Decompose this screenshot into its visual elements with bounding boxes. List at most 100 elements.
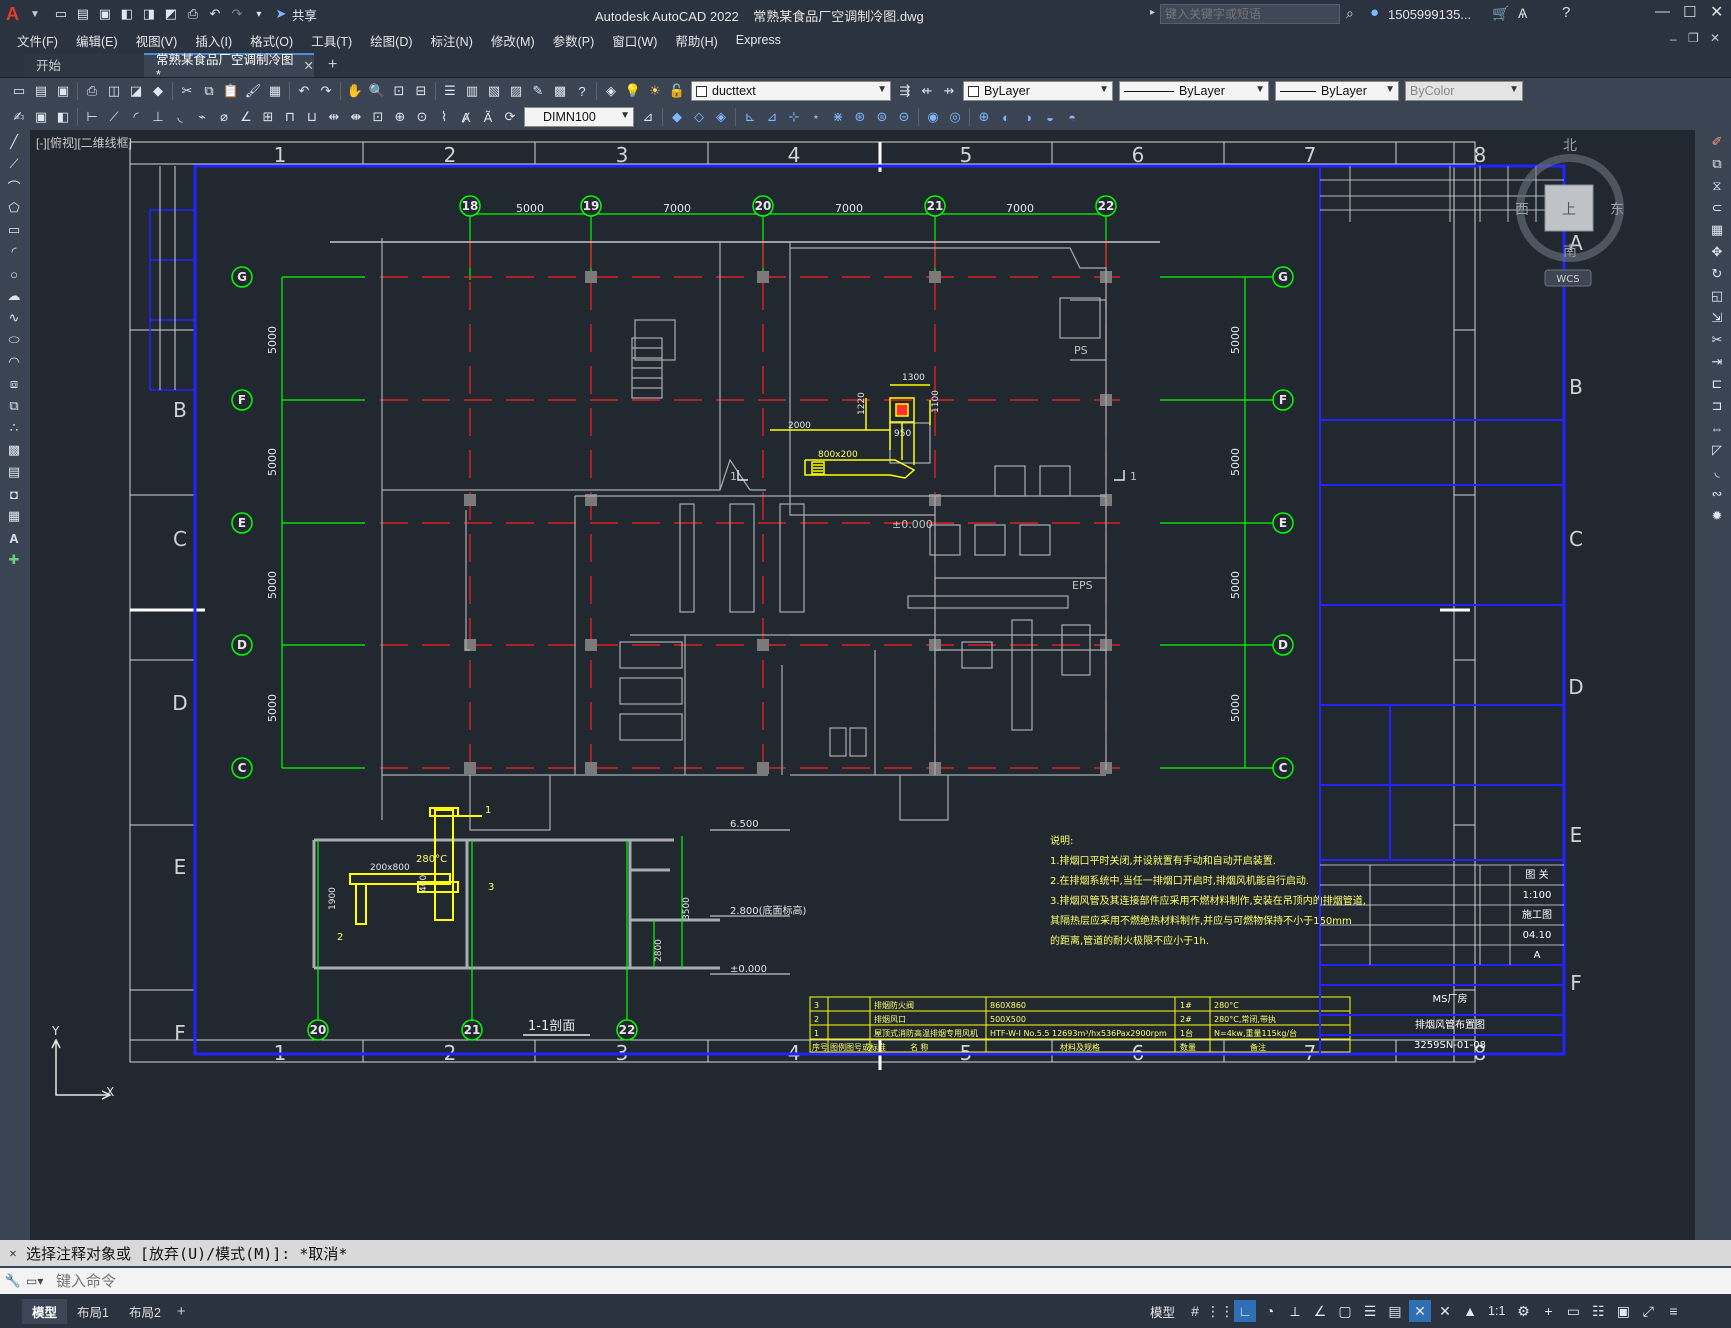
wcs-menu[interactable]: WCS [1556,274,1579,285]
lineweight-icon[interactable]: ☰ [1359,1300,1381,1322]
command-close-icon[interactable]: ✕ [0,1246,26,1260]
tool-palettes-icon[interactable]: ▧ [484,81,504,101]
tab-layout2[interactable]: 布局2 [119,1299,171,1324]
ellipse-arc-icon[interactable]: ◠ [3,352,25,372]
render-icon[interactable]: ◎ [945,107,965,127]
annotation-visibility-icon[interactable]: ✕ [1409,1300,1432,1322]
layer-states-icon[interactable]: ⇸ [939,81,959,101]
ellipse-icon[interactable]: ⬭ [3,330,25,350]
search-input[interactable] [1160,4,1340,24]
lights-icon[interactable]: ◓ [1062,107,1082,127]
view-top-icon[interactable]: ◇ [689,107,709,127]
menu-window[interactable]: 窗口(W) [603,31,666,50]
osnap-icon[interactable]: ▢ [1334,1300,1356,1322]
search-icon[interactable]: ⌕ [1346,5,1354,22]
erase-icon[interactable]: ✐ [1706,132,1728,152]
clean-screen-icon[interactable]: ⤢ [1637,1300,1659,1322]
viewcube-south[interactable]: 南 [1563,244,1577,260]
move-icon[interactable]: ✥ [1706,242,1728,262]
app-menu-chevron-icon[interactable]: ▼ [30,9,40,20]
print-icon[interactable]: ⎙ [183,4,203,24]
line-tool-icon[interactable]: ╱ [3,132,25,152]
insert-block-icon[interactable]: ⧈ [3,374,25,394]
save-block-icon[interactable]: ▣ [31,107,51,127]
plot-icon[interactable]: ⎙ [82,81,102,101]
quick-access-chevron-icon[interactable]: ▾ [249,4,269,24]
help-icon[interactable]: ? [1562,4,1570,21]
search-expand-icon[interactable]: ▸ [1150,7,1155,18]
inspect-icon[interactable]: ⊙ [412,107,432,127]
tolerance-icon[interactable]: ⊡ [368,107,388,127]
array-icon[interactable]: ▦ [1706,220,1728,240]
layer-manager-icon[interactable]: ◈ [601,81,621,101]
polygon-icon[interactable]: ⬠ [3,198,25,218]
annotation-monitor-icon[interactable]: + [1537,1300,1559,1322]
extend-icon[interactable]: ⇥ [1706,352,1728,372]
menu-parametric[interactable]: 参数(P) [544,31,604,50]
sheet-set-icon[interactable]: ▨ [506,81,526,101]
linetype-dropdown[interactable]: ByLayer ▼ [1119,81,1269,101]
layer-on-icon[interactable]: 💡 [623,81,643,101]
menu-draw[interactable]: 绘图(D) [361,31,421,50]
dim-diameter-icon[interactable]: ⌀ [214,107,234,127]
table-icon[interactable]: ▦ [3,506,25,526]
view-iso-icon[interactable]: ◈ [711,107,731,127]
zoom-realtime-icon[interactable]: 🔍 [367,81,387,101]
ucs-view-icon[interactable]: ⊝ [894,107,914,127]
auto-scale-icon[interactable]: ✕ [1434,1300,1456,1322]
ucs-world-icon[interactable]: ⊿ [762,107,782,127]
save-icon[interactable]: ▣ [95,4,115,24]
close-icon[interactable]: ✕ [1710,2,1723,22]
menu-view[interactable]: 视图(V) [127,31,187,50]
polyline-icon[interactable]: ⌒ [3,176,25,196]
properties-icon[interactable]: ☰ [440,81,460,101]
dim-arc-icon[interactable]: ◜ [126,107,146,127]
undo-icon[interactable]: ↶ [205,4,225,24]
menu-format[interactable]: 格式(O) [241,31,302,50]
mtext-icon[interactable]: A [3,528,25,548]
make-block-icon[interactable]: ⧉ [3,396,25,416]
ucs-icon[interactable]: ⊾ [740,107,760,127]
preview-icon[interactable]: ◫ [104,81,124,101]
chamfer-icon[interactable]: ◸ [1706,440,1728,460]
point-icon[interactable]: ∴ [3,418,25,438]
menu-express[interactable]: Express [727,33,790,47]
scale-icon[interactable]: ◱ [1706,286,1728,306]
revcloud-icon[interactable]: ☁ [3,286,25,306]
rotate-icon[interactable]: ↻ [1706,264,1728,284]
redo-toolbar-icon[interactable]: ↷ [316,81,336,101]
blend-icon[interactable]: ∾ [1706,484,1728,504]
copy-icon[interactable]: ⧉ [199,81,219,101]
share-label[interactable]: 共享 [292,5,317,24]
menu-edit[interactable]: 编辑(E) [67,31,127,50]
mirror-icon[interactable]: ⧖ [1706,176,1728,196]
open-icon[interactable]: ▤ [31,81,51,101]
explode-icon[interactable]: ✹ [1706,506,1728,526]
autodesk-app-icon[interactable]: Ѧ [1518,5,1527,21]
offset-icon[interactable]: ⊂ [1706,198,1728,218]
viewport-controls[interactable]: [-][俯视][二维线框] [36,134,132,151]
trim-icon[interactable]: ✂ [1706,330,1728,350]
navigate-icon[interactable]: ⊕ [974,107,994,127]
fillet-icon[interactable]: ◟ [1706,462,1728,482]
lineweight-dropdown[interactable]: ByLayer ▼ [1275,81,1399,101]
share-icon[interactable]: ➤ [271,4,291,24]
ucs-object-icon[interactable]: ⊛ [850,107,870,127]
user-icon[interactable]: ● [1370,4,1379,21]
tab-active-drawing[interactable]: 常熟某食品厂空调制冷图* ✕ [144,52,314,82]
walk-icon[interactable]: ◑ [1018,107,1038,127]
copy-tool-icon[interactable]: ⧉ [1706,154,1728,174]
layer-dropdown[interactable]: ducttext ▼ [691,81,891,101]
arc-icon[interactable]: ◜ [3,242,25,262]
dim-angular-icon[interactable]: ∠ [236,107,256,127]
open-web-icon[interactable]: ◨ [139,4,159,24]
layer-previous-icon[interactable]: ⇷ [917,81,937,101]
3d-print-icon[interactable]: ◆ [148,81,168,101]
open-file-icon[interactable]: ▤ [73,4,93,24]
gradient-icon[interactable]: ▤ [3,462,25,482]
cart-icon[interactable]: 🛒 [1492,5,1509,22]
viewcube-east[interactable]: 东 [1610,202,1624,218]
redo-icon[interactable]: ↷ [227,4,247,24]
minimize-icon[interactable]: — [1655,3,1670,20]
dim-radius-icon[interactable]: ◟ [170,107,190,127]
